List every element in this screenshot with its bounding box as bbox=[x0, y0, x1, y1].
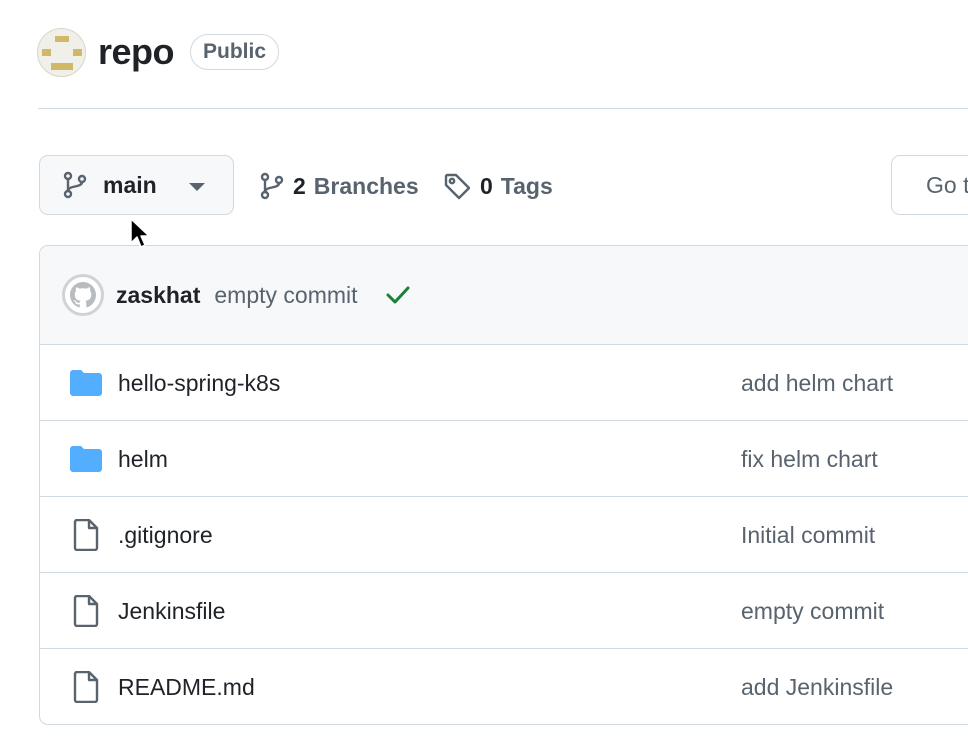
latest-commit-bar: zaskhat empty commit bbox=[40, 246, 968, 345]
tags-label: Tags bbox=[500, 172, 553, 199]
file-row[interactable]: helm fix helm chart bbox=[40, 421, 968, 497]
repo-name-link[interactable]: repo bbox=[98, 27, 175, 77]
file-row[interactable]: hello-spring-k8s add helm chart bbox=[40, 345, 968, 421]
branch-selector-button[interactable]: main bbox=[39, 155, 234, 215]
file-name-link[interactable]: Jenkinsfile bbox=[118, 573, 225, 649]
file-name-link[interactable]: .gitignore bbox=[118, 497, 213, 573]
file-commit-message-link[interactable]: add helm chart bbox=[741, 345, 893, 421]
header-divider bbox=[38, 108, 968, 109]
git-branch-icon bbox=[63, 171, 87, 199]
file-commit-message-link[interactable]: fix helm chart bbox=[741, 421, 878, 497]
commit-author-avatar[interactable] bbox=[62, 274, 104, 316]
git-branch-icon bbox=[260, 172, 284, 200]
repository-page: repo Public main 2 Branches 0 Tags Go t … bbox=[0, 0, 968, 745]
visibility-badge: Public bbox=[190, 34, 280, 70]
file-name-link[interactable]: helm bbox=[118, 421, 168, 497]
commit-message-link[interactable]: empty commit bbox=[214, 282, 357, 309]
current-branch-label: main bbox=[103, 171, 157, 198]
branches-label: Branches bbox=[313, 172, 419, 199]
folder-icon bbox=[69, 442, 103, 476]
file-commit-message-link[interactable]: add Jenkinsfile bbox=[741, 649, 893, 724]
file-icon bbox=[69, 670, 103, 704]
file-commit-message-link[interactable]: Initial commit bbox=[741, 497, 875, 573]
check-icon[interactable] bbox=[386, 285, 410, 305]
github-octocat-icon bbox=[70, 282, 96, 308]
file-name-link[interactable]: README.md bbox=[118, 649, 255, 724]
go-to-file-input[interactable]: Go to file bbox=[891, 155, 968, 215]
repo-header: repo Public bbox=[37, 27, 280, 77]
file-icon bbox=[69, 594, 103, 628]
file-row[interactable]: Jenkinsfile empty commit bbox=[40, 573, 968, 649]
file-name-link[interactable]: hello-spring-k8s bbox=[118, 345, 280, 421]
folder-icon bbox=[69, 366, 103, 400]
file-table: zaskhat empty commit hello-spring-k8s ad… bbox=[39, 245, 968, 725]
tags-link[interactable]: 0 Tags bbox=[443, 166, 553, 206]
tags-count: 0 bbox=[480, 172, 493, 199]
branches-count: 2 bbox=[293, 172, 306, 199]
file-row[interactable]: README.md add Jenkinsfile bbox=[40, 649, 968, 724]
file-icon bbox=[69, 518, 103, 552]
owner-avatar[interactable] bbox=[37, 27, 86, 77]
commit-author-link[interactable]: zaskhat bbox=[116, 282, 200, 309]
file-row[interactable]: .gitignore Initial commit bbox=[40, 497, 968, 573]
tag-icon bbox=[444, 173, 471, 200]
file-commit-message-link[interactable]: empty commit bbox=[741, 573, 884, 649]
caret-down-icon bbox=[189, 183, 205, 191]
branches-link[interactable]: 2 Branches bbox=[260, 166, 419, 206]
search-placeholder: Go to file bbox=[926, 171, 968, 198]
